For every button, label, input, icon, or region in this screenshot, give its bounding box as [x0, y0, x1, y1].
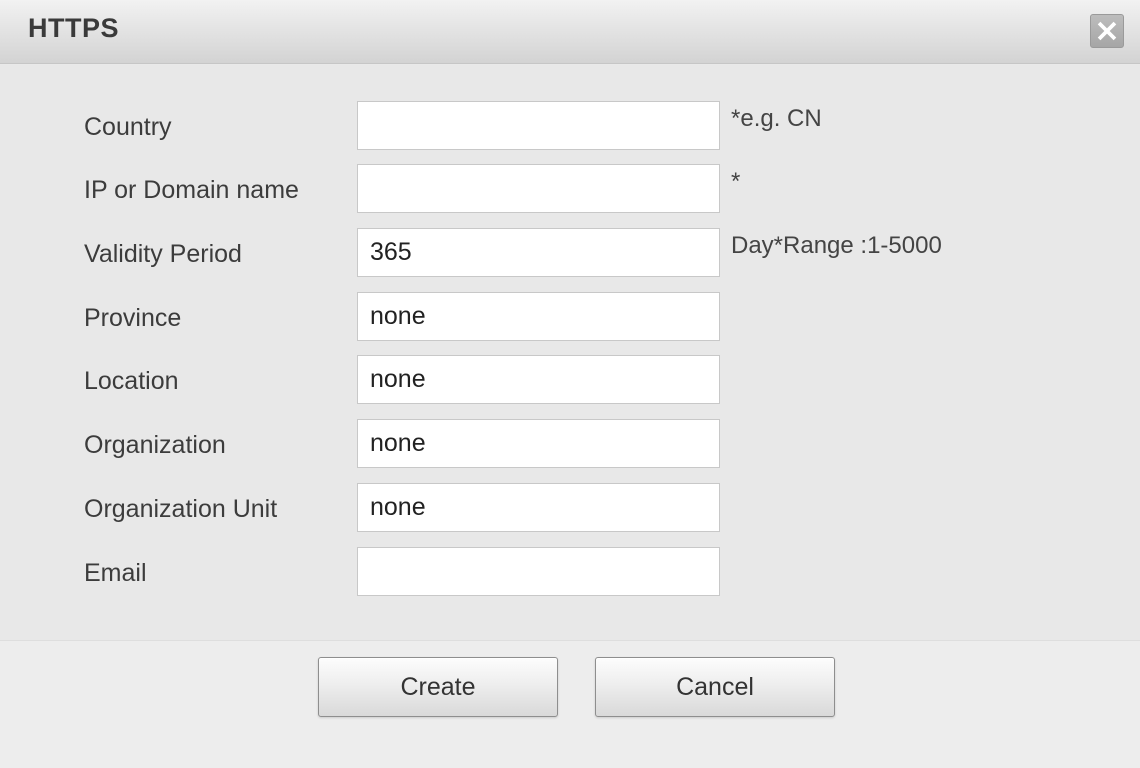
country-hint: *e.g. CN [731, 105, 822, 132]
field-row-province: Province [0, 292, 1140, 342]
validity-period-hint: Day*Range :1-5000 [731, 232, 942, 259]
https-dialog: HTTPS Country *e.g. CN IP or Domain name… [0, 0, 1140, 768]
province-input[interactable] [357, 292, 720, 341]
dialog-footer: Create Cancel [0, 640, 1140, 768]
organization-unit-label: Organization Unit [84, 495, 278, 523]
province-label: Province [84, 304, 182, 332]
country-input[interactable] [357, 101, 720, 150]
email-label: Email [84, 559, 147, 587]
dialog-title: HTTPS [28, 13, 120, 43]
organization-input[interactable] [357, 419, 720, 468]
country-label: Country [84, 113, 172, 141]
field-row-country: Country *e.g. CN [0, 101, 1140, 151]
location-input[interactable] [357, 355, 720, 404]
email-input[interactable] [357, 547, 720, 596]
create-button[interactable]: Create [318, 657, 558, 717]
form-area: Country *e.g. CN IP or Domain name * Val… [0, 65, 1140, 640]
close-icon [1097, 21, 1117, 41]
validity-period-input[interactable] [357, 228, 720, 277]
field-row-organization-unit: Organization Unit [0, 483, 1140, 533]
field-row-validity-period: Validity Period Day*Range :1-5000 [0, 228, 1140, 278]
field-row-location: Location [0, 355, 1140, 405]
ip-or-domain-label: IP or Domain name [84, 176, 299, 204]
field-row-ip-or-domain: IP or Domain name * [0, 164, 1140, 214]
organization-unit-input[interactable] [357, 483, 720, 532]
dialog-titlebar: HTTPS [0, 0, 1140, 64]
ip-or-domain-input[interactable] [357, 164, 720, 213]
field-row-email: Email [0, 547, 1140, 597]
ip-or-domain-hint: * [731, 168, 741, 195]
field-row-organization: Organization [0, 419, 1140, 469]
close-button[interactable] [1090, 14, 1124, 48]
validity-period-label: Validity Period [84, 240, 242, 268]
cancel-button[interactable]: Cancel [595, 657, 835, 717]
organization-label: Organization [84, 431, 226, 459]
location-label: Location [84, 367, 179, 395]
